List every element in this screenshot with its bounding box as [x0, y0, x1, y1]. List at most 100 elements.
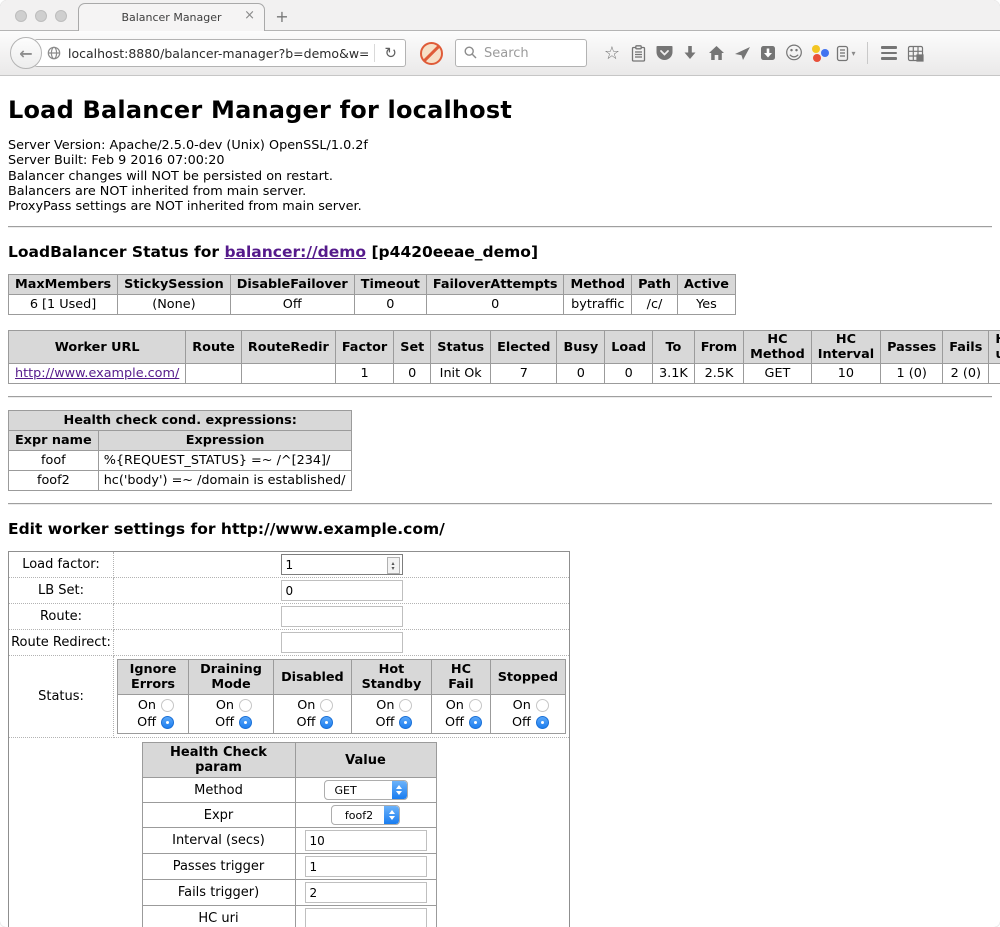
search-bar[interactable]: Search [455, 39, 587, 67]
col-elected: Elected [491, 331, 557, 364]
draining-mode-radios: On Off [189, 695, 274, 734]
col-expression: Expression [98, 431, 352, 451]
nav-toolbar: ← localhost:8880/balancer-manager?b=demo… [0, 31, 1000, 76]
balancer-status-table: MaxMembers StickySession DisableFailover… [8, 274, 736, 315]
col-set: Set [394, 331, 431, 364]
form-row-health-check: Health Check param Value Method GET [9, 738, 570, 927]
disabled-on-radio[interactable] [320, 699, 333, 712]
proxypass-note-line: ProxyPass settings are NOT inherited fro… [8, 199, 992, 214]
extension-download-icon[interactable] [755, 45, 781, 61]
table-header-row: Worker URL Route RouteRedir Factor Set S… [9, 331, 1000, 364]
route-redirect-input[interactable] [281, 632, 403, 653]
send-plane-icon[interactable] [729, 46, 755, 61]
cell-factor: 1 [335, 364, 393, 384]
hc-interval-input[interactable] [305, 830, 427, 851]
container-tab-icon[interactable]: ▾ [833, 45, 859, 62]
hc-passes-label: Passes trigger [142, 854, 295, 880]
cell-load: 0 [605, 364, 653, 384]
col-hc-fail: HC Fail [432, 660, 491, 695]
hc-uri-input[interactable] [305, 908, 427, 927]
status-label: Status: [9, 656, 114, 738]
form-row-lb-set: LB Set: [9, 578, 570, 604]
download-icon[interactable] [677, 45, 703, 61]
hot-standby-on-radio[interactable] [399, 699, 412, 712]
balancer-demo-link[interactable]: balancer://demo [224, 243, 366, 261]
hc-fail-radios: On Off [432, 695, 491, 734]
hc-method-selected-value: GET [325, 781, 392, 799]
hc-fails-input[interactable] [305, 882, 427, 903]
cell-expr-name: foof [9, 451, 99, 471]
bookmark-star-icon[interactable]: ☆ [599, 43, 625, 64]
hc-expr-select[interactable]: foof2 [331, 805, 400, 825]
table-row: Fails trigger) [142, 880, 436, 906]
zoom-window-button[interactable] [55, 10, 67, 22]
lb-set-input[interactable] [281, 580, 403, 601]
divider [8, 396, 992, 398]
worker-url-link[interactable]: http://www.example.com/ [15, 366, 179, 381]
inherit-note-line: Balancers are NOT inherited from main se… [8, 184, 992, 199]
load-factor-label: Load factor: [9, 552, 114, 578]
close-window-button[interactable] [15, 10, 27, 22]
ignore-errors-off-radio[interactable] [161, 716, 174, 729]
hc-passes-input[interactable] [305, 856, 427, 877]
back-button[interactable]: ← [10, 37, 42, 69]
cell-fails: 2 (0) [943, 364, 989, 384]
minimize-window-button[interactable] [35, 10, 47, 22]
hc-method-label: Method [142, 778, 295, 803]
col-worker-url: Worker URL [9, 331, 186, 364]
page-title: Load Balancer Manager for localhost [8, 96, 992, 124]
off-label: Off [132, 714, 156, 731]
cell-worker-url: http://www.example.com/ [9, 364, 186, 384]
pocket-icon[interactable] [651, 45, 677, 61]
hc-fail-off-radio[interactable] [469, 716, 482, 729]
lb-set-label: LB Set: [9, 578, 114, 604]
stopped-off-radio[interactable] [536, 716, 549, 729]
disabled-off-radio[interactable] [320, 716, 333, 729]
cell-route [186, 364, 242, 384]
number-spinner-icon[interactable]: ▴▾ [387, 557, 400, 574]
col-hot-standby: Hot Standby [351, 660, 431, 695]
stopped-radios: On Off [490, 695, 565, 734]
col-path: Path [632, 275, 678, 295]
new-tab-button[interactable]: + [265, 3, 299, 30]
url-text[interactable]: localhost:8880/balancer-manager?b=demo&w… [68, 46, 368, 61]
table-header-row: Ignore Errors Draining Mode Disabled Hot… [118, 660, 566, 695]
on-label: On [440, 697, 464, 714]
expr-table-title: Health check cond. expressions: [9, 411, 352, 431]
content-blocker-icon[interactable] [420, 42, 443, 65]
col-hc-method: HC Method [744, 331, 812, 364]
col-from: From [694, 331, 743, 364]
stopped-on-radio[interactable] [536, 699, 549, 712]
server-version-line: Server Version: Apache/2.5.0-dev (Unix) … [8, 138, 992, 153]
draining-mode-off-radio[interactable] [239, 716, 252, 729]
col-disablefailover: DisableFailover [230, 275, 354, 295]
table-row: foof2 hc('body') =~ /domain is establish… [9, 471, 352, 491]
clipboard-icon[interactable] [625, 45, 651, 62]
col-busy: Busy [557, 331, 605, 364]
cell-from: 2.5K [694, 364, 743, 384]
col-draining-mode: Draining Mode [189, 660, 274, 695]
route-input[interactable] [281, 606, 403, 627]
load-factor-input[interactable] [281, 554, 403, 575]
form-row-load-factor: Load factor: ▴▾ [9, 552, 570, 578]
divider [8, 226, 992, 228]
tab-bar: Balancer Manager × + [0, 0, 1000, 31]
worker-status-table: Worker URL Route RouteRedir Factor Set S… [8, 330, 1000, 384]
hc-fail-on-radio[interactable] [469, 699, 482, 712]
reload-icon[interactable]: ↻ [381, 44, 400, 62]
menu-hamburger-icon[interactable] [876, 46, 902, 60]
hc-method-select[interactable]: GET [324, 780, 408, 800]
hot-standby-off-radio[interactable] [399, 716, 412, 729]
ignore-errors-on-radio[interactable] [161, 699, 174, 712]
colored-dots-icon[interactable] [807, 44, 833, 62]
url-bar[interactable]: localhost:8880/balancer-manager?b=demo&w… [34, 39, 406, 67]
status-heading-prefix: LoadBalancer Status for [8, 243, 224, 261]
draining-mode-on-radio[interactable] [239, 699, 252, 712]
search-placeholder: Search [484, 46, 529, 61]
chevron-down-icon[interactable]: ▾ [851, 49, 855, 58]
grid-tiles-icon[interactable] [902, 45, 928, 62]
home-icon[interactable] [703, 45, 729, 61]
tab-close-icon[interactable]: × [244, 9, 255, 23]
smiley-icon[interactable]: ☺ [781, 43, 807, 64]
tab-balancer-manager[interactable]: Balancer Manager × [78, 3, 265, 31]
